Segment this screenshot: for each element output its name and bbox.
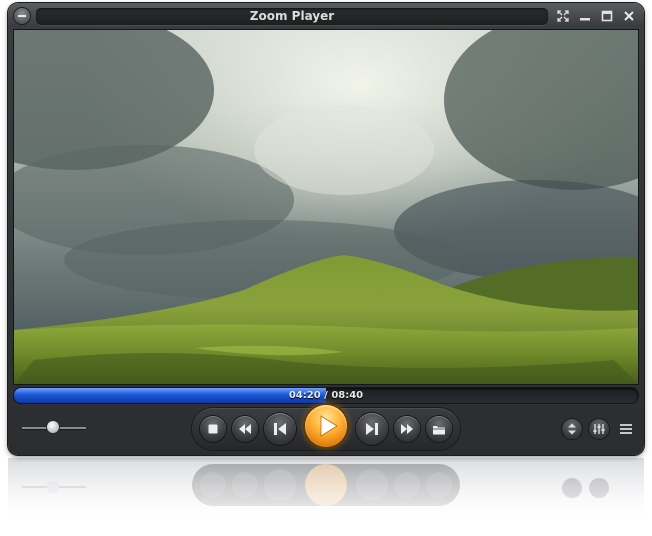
up-down-icon[interactable]	[562, 419, 582, 439]
window-reflection	[8, 458, 644, 536]
player-window: Zoom Player 04:20 / 08:40	[8, 3, 644, 455]
next-icon[interactable]	[356, 413, 388, 445]
equalizer-icon[interactable]	[589, 419, 609, 439]
close-icon[interactable]	[620, 8, 638, 25]
current-time: 04:20	[288, 390, 321, 401]
title-bar[interactable]: Zoom Player	[8, 3, 644, 31]
previous-icon[interactable]	[264, 413, 296, 445]
playlist-icon[interactable]	[616, 419, 636, 439]
play-icon[interactable]	[305, 405, 347, 447]
open-folder-icon[interactable]	[426, 416, 452, 442]
video-display[interactable]	[14, 30, 638, 384]
menu-icon[interactable]	[14, 8, 30, 24]
time-display: 04:20 / 08:40	[14, 388, 638, 403]
time-separator: /	[320, 390, 332, 401]
reflection-controls	[8, 458, 644, 536]
rewind-icon[interactable]	[232, 416, 258, 442]
total-time: 08:40	[331, 390, 364, 401]
minimize-icon[interactable]	[576, 8, 594, 25]
fullscreen-icon[interactable]	[554, 8, 572, 25]
window-title: Zoom Player	[36, 8, 548, 25]
fast-forward-icon[interactable]	[394, 416, 420, 442]
volume-slider-knob[interactable]	[47, 421, 59, 433]
stop-icon[interactable]	[200, 416, 226, 442]
video-frame	[14, 30, 638, 384]
seek-bar[interactable]: 04:20 / 08:40	[14, 388, 638, 403]
maximize-icon[interactable]	[598, 8, 616, 25]
